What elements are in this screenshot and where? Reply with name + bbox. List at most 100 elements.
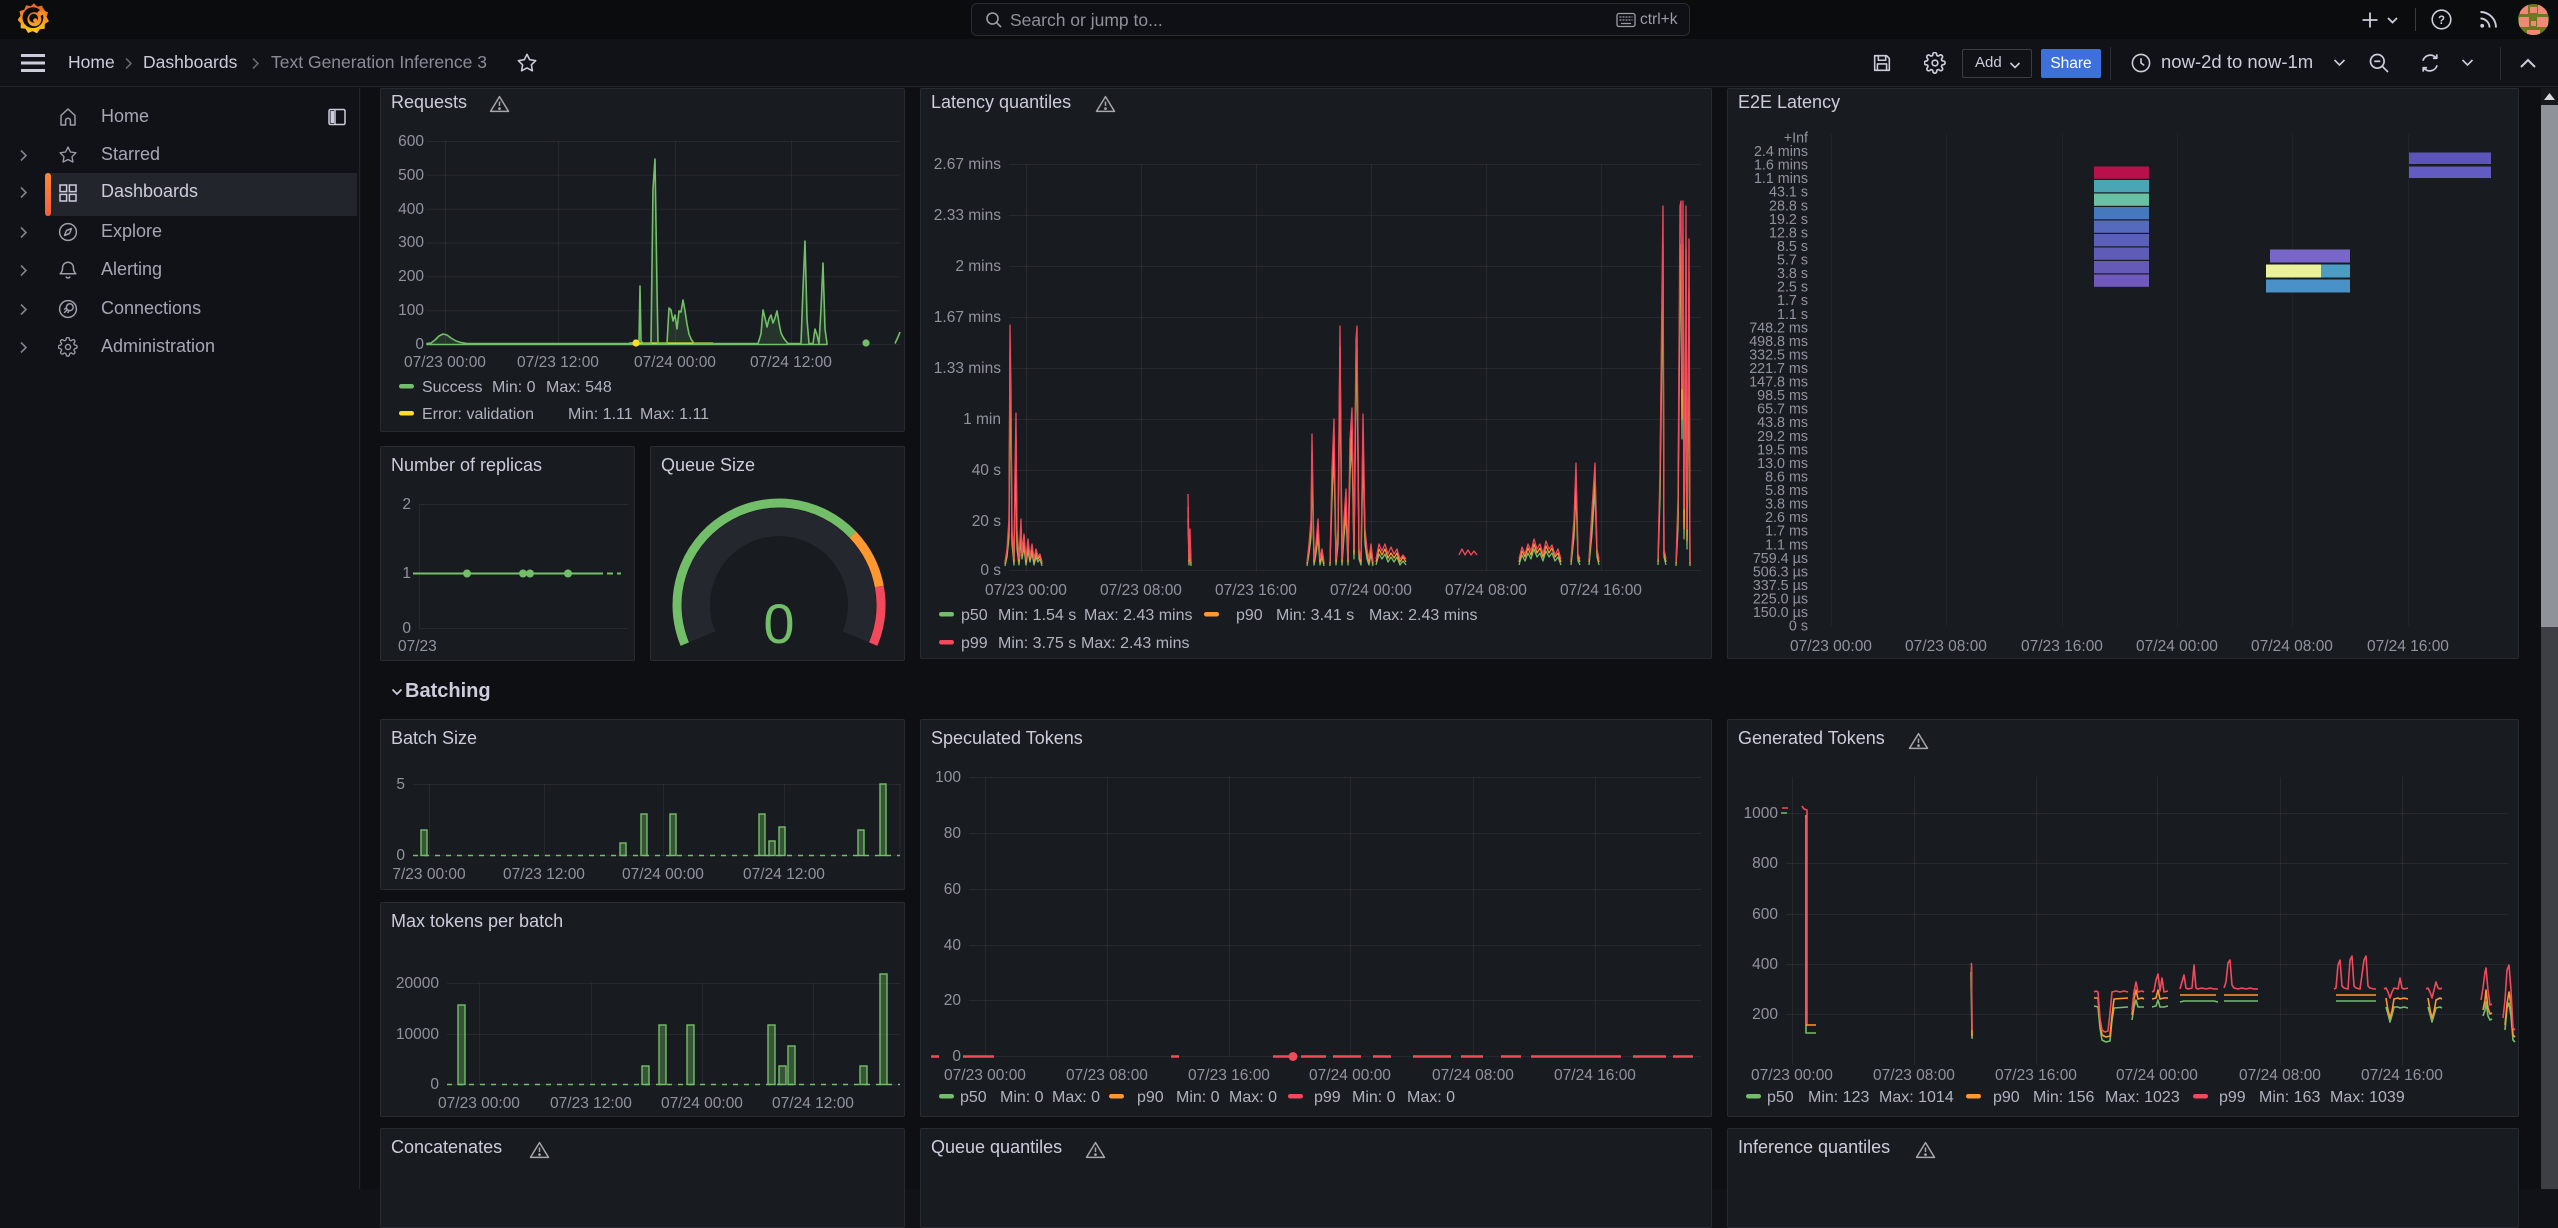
svg-text:800: 800 [1752,855,1778,872]
svg-text:100: 100 [398,302,424,319]
svg-text:Max: 1023: Max: 1023 [2105,1089,2180,1106]
svg-text:p50: p50 [961,607,988,624]
svg-text:20: 20 [944,992,962,1009]
svg-text:1000: 1000 [1744,805,1779,822]
svg-text:Max: 548: Max: 548 [546,379,612,396]
svg-text:0 s: 0 s [1789,619,1808,635]
svg-text:07/24 08:00: 07/24 08:00 [2239,1067,2321,1084]
svg-text:p90: p90 [1993,1089,2020,1106]
svg-text:2.33 mins: 2.33 mins [934,207,1001,224]
svg-text:07/24 16:00: 07/24 16:00 [1560,582,1642,599]
svg-text:1.67 mins: 1.67 mins [934,309,1001,326]
svg-text:10000: 10000 [396,1026,439,1043]
svg-text:500: 500 [398,167,424,184]
svg-text:1 min: 1 min [963,411,1001,428]
svg-text:1: 1 [402,565,411,582]
svg-text:07/23 08:00: 07/23 08:00 [1100,582,1182,599]
svg-text:07/23 08:00: 07/23 08:00 [1905,638,1987,655]
svg-text:0: 0 [952,1048,961,1065]
svg-text:2 mins: 2 mins [955,258,1001,275]
svg-text:Min: 156: Min: 156 [2033,1089,2094,1106]
svg-text:0: 0 [415,336,424,353]
svg-text:Min: 3.41 s: Min: 3.41 s [1276,607,1354,624]
svg-text:2: 2 [402,496,411,513]
svg-text:07/23 08:00: 07/23 08:00 [1066,1067,1148,1084]
svg-text:07/24 08:00: 07/24 08:00 [2251,638,2333,655]
svg-text:07/23 16:00: 07/23 16:00 [2021,638,2103,655]
svg-text:Min: 1.54 s: Min: 1.54 s [998,607,1076,624]
svg-text:07/23 00:00: 07/23 00:00 [1751,1067,1833,1084]
svg-text:400: 400 [398,201,424,218]
svg-text:0: 0 [396,847,405,864]
svg-text:0: 0 [430,1076,439,1093]
svg-text:200: 200 [398,268,424,285]
svg-text:Min: 0: Min: 0 [492,379,536,396]
svg-text:60: 60 [944,881,962,898]
svg-text:600: 600 [398,133,424,150]
svg-text:0 s: 0 s [980,562,1001,579]
svg-text:07/24 16:00: 07/24 16:00 [2367,638,2449,655]
svg-text:07/23 16:00: 07/23 16:00 [1188,1067,1270,1084]
svg-text:07/23 12:00: 07/23 12:00 [503,866,585,883]
svg-text:Max: 2.43 mins: Max: 2.43 mins [1369,607,1477,624]
svg-text:0: 0 [763,592,794,655]
svg-text:80: 80 [944,825,962,842]
svg-text:600: 600 [1752,906,1778,923]
svg-text:7/23 00:00: 7/23 00:00 [392,866,466,883]
svg-text:07/24 00:00: 07/24 00:00 [1330,582,1412,599]
svg-text:07/24 08:00: 07/24 08:00 [1445,582,1527,599]
svg-text:07/23 16:00: 07/23 16:00 [1215,582,1297,599]
svg-text:20 s: 20 s [972,513,1002,530]
svg-text:40: 40 [944,937,962,954]
svg-text:07/24 16:00: 07/24 16:00 [2361,1067,2443,1084]
svg-text:07/23 00:00: 07/23 00:00 [404,354,486,371]
svg-text:Min: 0: Min: 0 [1000,1089,1044,1106]
svg-text:Min: 0: Min: 0 [1352,1089,1396,1106]
svg-text:200: 200 [1752,1006,1778,1023]
svg-text:Min: 3.75 s: Min: 3.75 s [998,635,1076,652]
svg-text:5: 5 [396,776,405,793]
svg-text:07/23 00:00: 07/23 00:00 [944,1067,1026,1084]
svg-text:07/24 00:00: 07/24 00:00 [1309,1067,1391,1084]
svg-text:07/24 00:00: 07/24 00:00 [2136,638,2218,655]
svg-text:p99: p99 [1314,1089,1341,1106]
svg-text:07/23 08:00: 07/23 08:00 [1873,1067,1955,1084]
svg-text:07/23: 07/23 [398,638,437,655]
svg-text:Max: 2.43 mins: Max: 2.43 mins [1081,635,1189,652]
svg-text:40 s: 40 s [972,462,1002,479]
svg-text:07/24 00:00: 07/24 00:00 [622,866,704,883]
svg-text:100: 100 [935,769,961,786]
svg-text:07/23 00:00: 07/23 00:00 [438,1095,520,1112]
svg-text:07/24 08:00: 07/24 08:00 [1432,1067,1514,1084]
svg-text:Min: 163: Min: 163 [2259,1089,2320,1106]
svg-text:Max: 0: Max: 0 [1407,1089,1455,1106]
svg-text:20000: 20000 [396,975,439,992]
svg-text:p90: p90 [1137,1089,1164,1106]
svg-text:400: 400 [1752,956,1778,973]
svg-text:07/23 00:00: 07/23 00:00 [985,582,1067,599]
svg-text:07/24 00:00: 07/24 00:00 [661,1095,743,1112]
svg-text:Min: 1.11: Min: 1.11 [568,406,633,423]
svg-text:Min: 0: Min: 0 [1176,1089,1220,1106]
svg-text:07/24 16:00: 07/24 16:00 [1554,1067,1636,1084]
svg-text:p50: p50 [1767,1089,1794,1106]
svg-text:07/23 16:00: 07/23 16:00 [1995,1067,2077,1084]
svg-text:Min: 123: Min: 123 [1808,1089,1869,1106]
svg-text:Max: 2.43 mins: Max: 2.43 mins [1084,607,1192,624]
svg-text:p99: p99 [961,635,988,652]
svg-text:p99: p99 [2219,1089,2246,1106]
svg-text:Max: 1039: Max: 1039 [2330,1089,2405,1106]
svg-text:1.33 mins: 1.33 mins [934,360,1001,377]
svg-text:07/24 12:00: 07/24 12:00 [750,354,832,371]
svg-text:Max: 0: Max: 0 [1229,1089,1277,1106]
svg-text:Error: validation: Error: validation [422,406,534,423]
svg-text:07/24 00:00: 07/24 00:00 [2116,1067,2198,1084]
svg-text:p50: p50 [960,1089,987,1106]
svg-text:07/23 12:00: 07/23 12:00 [517,354,599,371]
svg-text:07/24 12:00: 07/24 12:00 [772,1095,854,1112]
svg-text:Max: 0: Max: 0 [1052,1089,1100,1106]
svg-text:Max: 1014: Max: 1014 [1879,1089,1954,1106]
svg-text:0: 0 [402,620,411,637]
svg-text:300: 300 [398,234,424,251]
svg-text:07/23 00:00: 07/23 00:00 [1790,638,1872,655]
